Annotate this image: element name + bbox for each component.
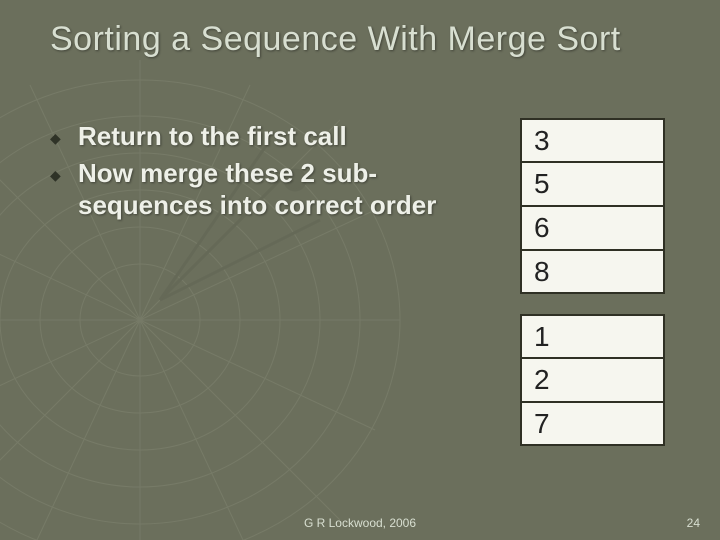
- sequence-cell: 7: [520, 402, 665, 446]
- sequence-cell: 2: [520, 358, 665, 402]
- sequence-cell: 5: [520, 162, 665, 206]
- bullet-text: Now merge these 2 sub-sequences into cor…: [78, 157, 440, 222]
- slide: Sorting a Sequence With Merge Sort ◆ Ret…: [0, 0, 720, 540]
- sequence-cell: 8: [520, 250, 665, 294]
- bullet-diamond-icon: ◆: [50, 130, 68, 148]
- footer-page-number: 24: [687, 516, 700, 530]
- slide-title: Sorting a Sequence With Merge Sort: [50, 20, 700, 59]
- bullet-item: ◆ Return to the first call: [50, 120, 440, 153]
- footer-author: G R Lockwood, 2006: [304, 516, 416, 530]
- sequence-group-2: 1 2 7: [520, 314, 665, 446]
- bullet-diamond-icon: ◆: [50, 167, 68, 185]
- sequence-cell: 6: [520, 206, 665, 250]
- slide-body: ◆ Return to the first call ◆ Now merge t…: [50, 120, 440, 226]
- sequence-cell: 3: [520, 118, 665, 162]
- sequence-group-1: 3 5 6 8: [520, 118, 665, 294]
- bullet-item: ◆ Now merge these 2 sub-sequences into c…: [50, 157, 440, 222]
- sequence-cell: 1: [520, 314, 665, 358]
- bullet-text: Return to the first call: [78, 120, 440, 153]
